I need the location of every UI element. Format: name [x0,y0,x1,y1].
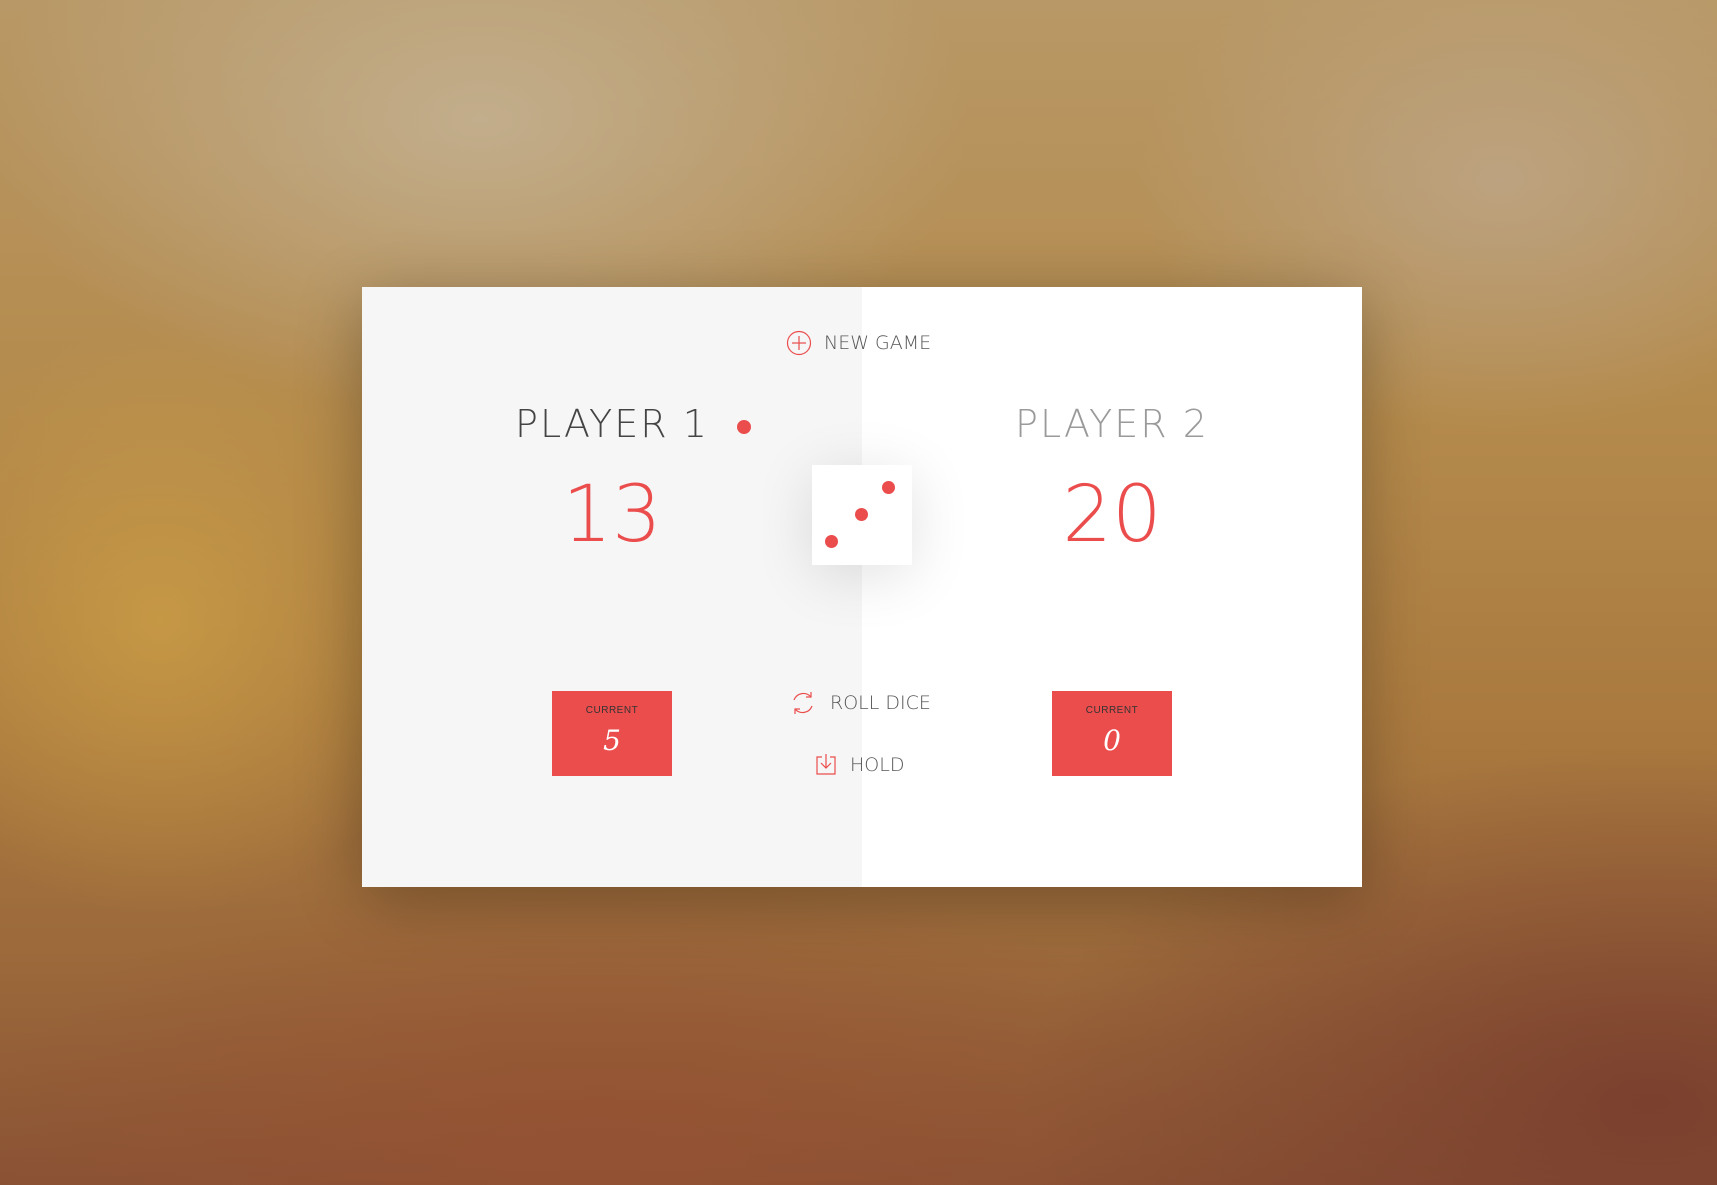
roll-dice-button[interactable]: ROLL DICE [788,688,931,718]
dice-pip [855,508,868,521]
player-2-current-label: CURRENT [1085,705,1139,716]
active-player-indicator-icon [736,420,751,434]
new-game-button[interactable]: NEW GAME [786,330,931,356]
player-2-current-score: 0 [1103,724,1121,757]
hold-label: HOLD [850,754,905,776]
player-2-current-box: CURRENT 0 [1052,691,1172,776]
player-1-current-label: CURRENT [585,705,639,716]
dice-pip [882,481,895,494]
player-2-score: 20 [1062,470,1162,560]
player-1-name: PLAYER 1 [362,402,862,446]
plus-circle-icon [786,330,812,356]
player-1-current-score: 5 [603,724,621,757]
roll-dice-label: ROLL DICE [830,692,931,714]
player-2-name-text: PLAYER 2 [1015,402,1209,446]
player-1-name-text: PLAYER 1 [515,402,709,446]
player-1-panel: PLAYER 1 13 CURRENT 5 [362,287,862,887]
new-game-label: NEW GAME [824,332,932,354]
refresh-icon [788,688,818,718]
game-board: PLAYER 1 13 CURRENT 5 PLAYER 2 20 CURREN… [362,287,1362,887]
player-1-current-box: CURRENT 5 [552,691,672,776]
player-2-name: PLAYER 2 [862,402,1362,446]
download-icon [814,753,838,777]
player-1-score: 13 [562,470,662,560]
hold-button[interactable]: HOLD [814,753,904,777]
dice-pip [825,535,838,548]
dice [812,465,912,565]
player-2-panel: PLAYER 2 20 CURRENT 0 [862,287,1362,887]
